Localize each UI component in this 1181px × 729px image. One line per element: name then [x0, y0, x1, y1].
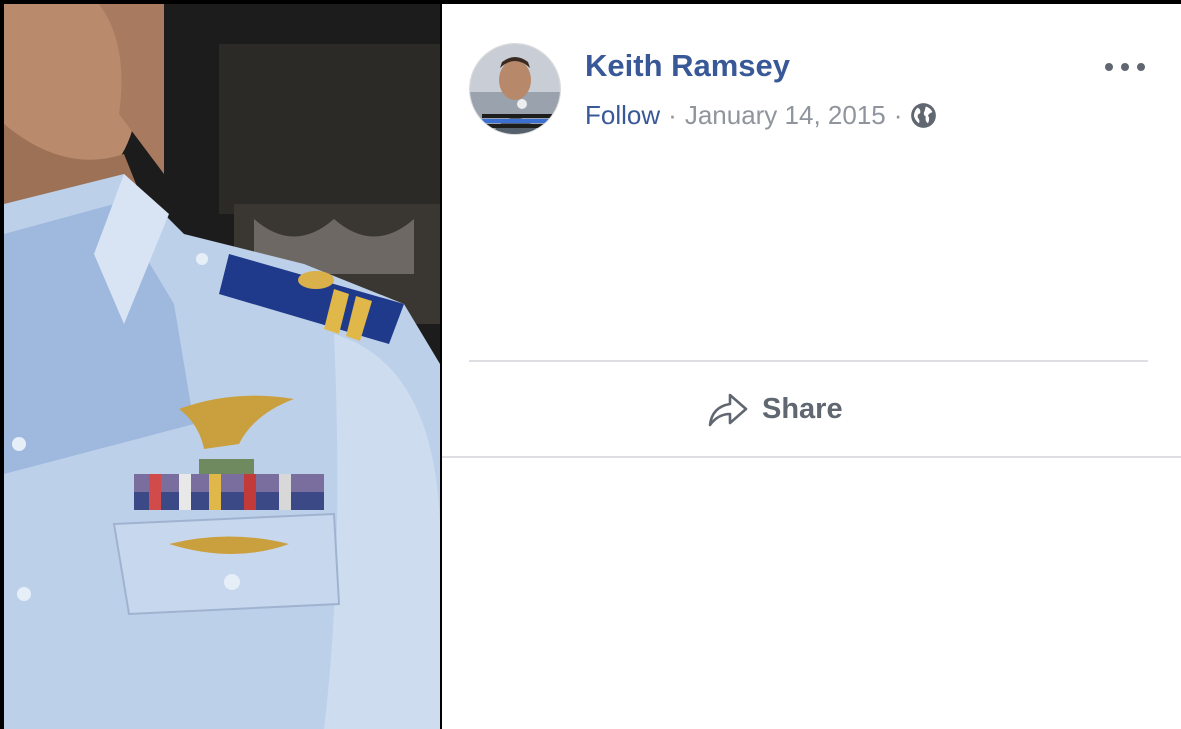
author-name[interactable]: Keith Ramsey — [585, 48, 790, 84]
meta-separator: · — [668, 100, 677, 130]
screenshot-frame: Keith Ramsey Follow · January 14, 2015 · — [0, 0, 1181, 729]
share-arrow-graphic — [708, 393, 748, 427]
more-options-dot — [1105, 63, 1113, 71]
follow-link[interactable]: Follow — [585, 100, 660, 131]
post-card: Keith Ramsey Follow · January 14, 2015 · — [442, 4, 1181, 729]
globe-icon-graphic — [911, 103, 937, 128]
globe-icon[interactable] — [910, 102, 937, 129]
more-options-dot — [1121, 63, 1129, 71]
share-arrow-icon — [706, 387, 750, 431]
more-options-icon[interactable] — [1105, 56, 1145, 78]
more-options-dot — [1137, 63, 1145, 71]
post-timestamp[interactable]: January 14, 2015 — [685, 100, 886, 131]
author-avatar[interactable] — [469, 43, 561, 135]
post-photo[interactable] — [4, 4, 440, 729]
actions-divider-bottom — [442, 456, 1181, 458]
uniform-photo-illustration — [4, 4, 440, 729]
post-meta: Follow · January 14, 2015 · — [585, 100, 937, 131]
share-label: Share — [762, 392, 843, 425]
avatar-image — [470, 44, 560, 134]
meta-separator: · — [893, 100, 903, 130]
share-button[interactable]: Share — [706, 386, 843, 432]
actions-divider-top — [469, 360, 1148, 362]
